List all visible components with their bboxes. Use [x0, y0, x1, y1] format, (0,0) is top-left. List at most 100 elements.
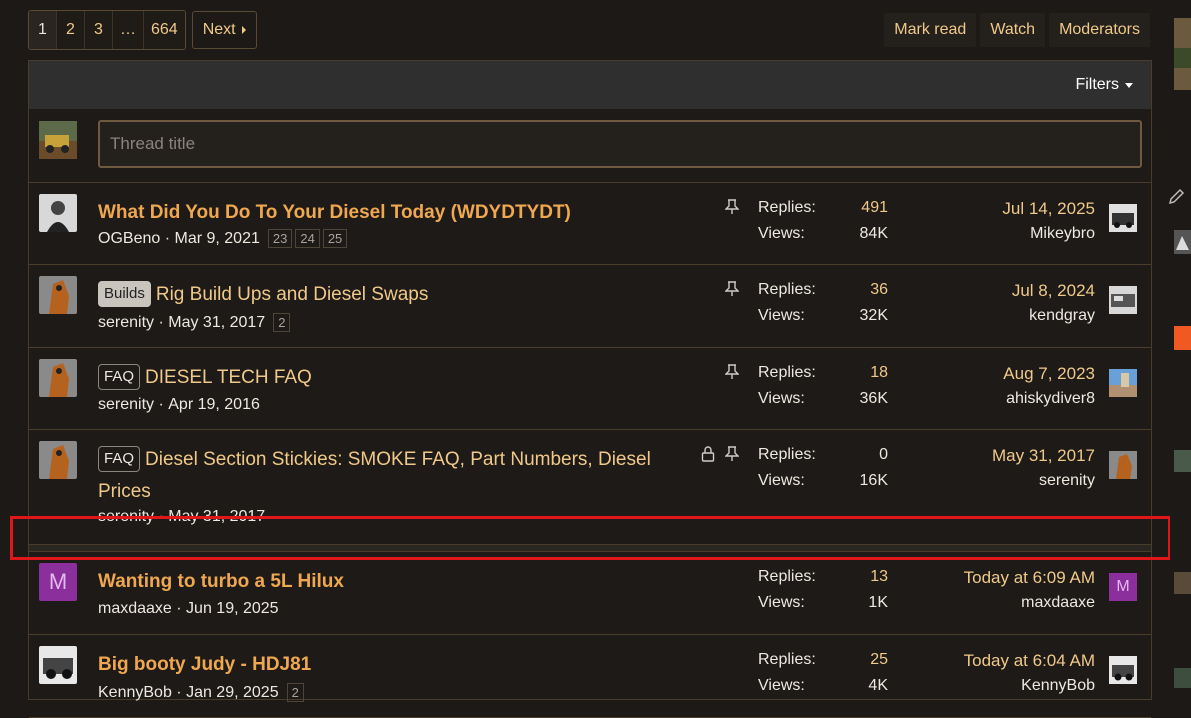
thread-author[interactable]: serenity	[98, 396, 154, 414]
last-post: Jul 8, 2024 kendgray	[1012, 281, 1095, 325]
thread-stats: Replies: 25 Views: 4K	[758, 651, 888, 703]
author-avatar[interactable]	[39, 359, 77, 397]
last-post-date[interactable]: Today at 6:04 AM	[964, 651, 1095, 677]
thread-title[interactable]: FAQ DIESEL TECH FAQ	[98, 362, 658, 394]
thread-page-links: 2	[286, 683, 304, 702]
author-avatar[interactable]	[39, 276, 77, 314]
thread-meta: OGBeno · Mar 9, 2021 23 24 25	[98, 229, 348, 248]
thread-row[interactable]: FAQ DIESEL TECH FAQ serenity · Apr 19, 20…	[29, 348, 1151, 430]
mark-read-button[interactable]: Mark read	[884, 13, 977, 47]
thread-page-link[interactable]: 23	[267, 229, 293, 248]
last-post-date[interactable]: Aug 7, 2023	[1003, 364, 1095, 390]
thread-page-link[interactable]: 2	[286, 683, 304, 702]
thread-author[interactable]: OGBeno	[98, 230, 160, 248]
next-label: Next	[202, 21, 236, 38]
thread-title-text[interactable]: Big booty Judy - HDJ81	[98, 654, 311, 675]
filter-bar: Filters	[29, 61, 1151, 109]
sidebar-thumbnail[interactable]	[1174, 668, 1191, 688]
author-avatar[interactable]: M	[39, 563, 77, 601]
page-link-last[interactable]: 664	[144, 11, 185, 49]
last-post-date[interactable]: May 31, 2017	[992, 446, 1095, 472]
thread-title-text[interactable]: Diesel Section Stickies: SMOKE FAQ, Part…	[98, 449, 651, 502]
thread-date[interactable]: May 31, 2017	[168, 314, 265, 332]
moderators-button[interactable]: Moderators	[1049, 13, 1150, 47]
last-post-user[interactable]: KennyBob	[964, 677, 1095, 695]
sidebar-thumbnail[interactable]	[1174, 572, 1191, 594]
sidebar-orange-badge[interactable]	[1174, 326, 1191, 350]
thread-status	[725, 199, 739, 215]
thread-list: Filters What Did You Do To Your Diesel T…	[28, 60, 1152, 718]
pin-icon	[725, 281, 739, 296]
thread-page-link[interactable]: 24	[295, 229, 320, 248]
thread-title[interactable]: FAQ Diesel Section Stickies: SMOKE FAQ, P…	[98, 444, 658, 508]
last-post-date[interactable]: Jul 14, 2025	[1002, 199, 1095, 225]
last-poster-avatar[interactable]	[1109, 204, 1137, 232]
caret-down-icon	[1125, 82, 1133, 88]
page-link-1[interactable]: 1	[29, 11, 57, 49]
author-avatar[interactable]	[39, 646, 77, 684]
last-post-user[interactable]: ahiskydiver8	[1003, 390, 1095, 408]
thread-stats: Replies: 36 Views: 32K	[758, 281, 888, 333]
thread-title-text[interactable]: Wanting to turbo a 5L Hilux	[98, 571, 344, 592]
views-count: 36K	[859, 390, 888, 407]
thread-title-text[interactable]: Rig Build Ups and Diesel Swaps	[156, 284, 428, 305]
sidebar-thumbnail[interactable]	[1174, 230, 1191, 254]
thread-row[interactable]: Builds Rig Build Ups and Diesel Swaps ser…	[29, 265, 1151, 348]
page-link-2[interactable]: 2	[57, 11, 85, 49]
thread-title-text[interactable]: What Did You Do To Your Diesel Today (WD…	[98, 202, 571, 223]
last-post-user[interactable]: kendgray	[1012, 307, 1095, 325]
thread-row[interactable]: Big booty Judy - HDJ81 KennyBob · Jan 29…	[29, 635, 1151, 718]
thread-title[interactable]: Big booty Judy - HDJ81	[98, 649, 658, 681]
edit-pencil-icon[interactable]	[1167, 186, 1187, 206]
thread-date[interactable]: Mar 9, 2021	[174, 230, 259, 248]
next-page-button[interactable]: Next	[191, 11, 257, 49]
thread-page-link[interactable]: 2	[273, 313, 291, 332]
thread-page-links: 23 24 25	[267, 229, 348, 248]
last-post-user[interactable]: Mikeybro	[1002, 225, 1095, 243]
last-post-user[interactable]: serenity	[992, 472, 1095, 490]
replies-count: 13	[870, 568, 888, 585]
thread-date[interactable]: Jun 19, 2025	[186, 600, 279, 618]
avatar-letter: M	[48, 569, 68, 594]
author-avatar[interactable]	[39, 194, 77, 232]
last-poster-avatar[interactable]	[1109, 286, 1137, 314]
last-poster-avatar[interactable]	[1109, 656, 1137, 684]
last-poster-avatar[interactable]	[1109, 369, 1137, 397]
author-avatar[interactable]	[39, 441, 77, 479]
last-post: Today at 6:09 AM maxdaaxe	[964, 568, 1095, 612]
thread-prefix-label[interactable]: FAQ	[98, 446, 141, 472]
thread-author[interactable]: maxdaaxe	[98, 600, 172, 618]
views-count: 4K	[868, 677, 888, 694]
thread-meta: KennyBob · Jan 29, 2025 2	[98, 683, 304, 702]
thread-row[interactable]: M Wanting to turbo a 5L Hilux maxdaaxe ·…	[29, 552, 1151, 635]
thread-author[interactable]: KennyBob	[98, 684, 172, 702]
thread-stats: Replies: 491 Views: 84K	[758, 199, 888, 251]
filters-menu[interactable]: Filters	[1075, 76, 1133, 94]
thread-title-text[interactable]: DIESEL TECH FAQ	[145, 367, 312, 388]
sidebar-thumbnail[interactable]	[1174, 18, 1191, 90]
forum-actions: Mark read Watch Moderators	[884, 13, 1150, 47]
watch-button[interactable]: Watch	[980, 13, 1046, 47]
last-poster-avatar[interactable]	[1109, 451, 1137, 479]
thread-page-link[interactable]: 25	[322, 229, 348, 248]
thread-date[interactable]: Jan 29, 2025	[186, 684, 279, 702]
thread-stats: Replies: 0 Views: 16K	[758, 446, 888, 498]
last-post-date[interactable]: Today at 6:09 AM	[964, 568, 1095, 594]
thread-prefix-label[interactable]: Builds	[98, 281, 151, 307]
last-post-user[interactable]: maxdaaxe	[964, 594, 1095, 612]
views-label: Views:	[758, 677, 805, 694]
thread-author[interactable]: serenity	[98, 314, 154, 332]
page-jump-ellipsis[interactable]: …	[113, 11, 144, 49]
thread-title-input[interactable]	[98, 120, 1142, 168]
thread-row[interactable]: What Did You Do To Your Diesel Today (WD…	[29, 183, 1151, 265]
page-link-3[interactable]: 3	[85, 11, 113, 49]
thread-title[interactable]: What Did You Do To Your Diesel Today (WD…	[98, 197, 658, 229]
thread-stats: Replies: 13 Views: 1K	[758, 568, 888, 620]
thread-date[interactable]: Apr 19, 2016	[168, 396, 260, 414]
sidebar-thumbnail[interactable]	[1174, 450, 1191, 472]
thread-title[interactable]: Builds Rig Build Ups and Diesel Swaps	[98, 279, 658, 311]
thread-title[interactable]: Wanting to turbo a 5L Hilux	[98, 566, 658, 598]
thread-prefix-label[interactable]: FAQ	[98, 364, 141, 390]
last-poster-avatar[interactable]: M	[1109, 573, 1137, 601]
last-post-date[interactable]: Jul 8, 2024	[1012, 281, 1095, 307]
